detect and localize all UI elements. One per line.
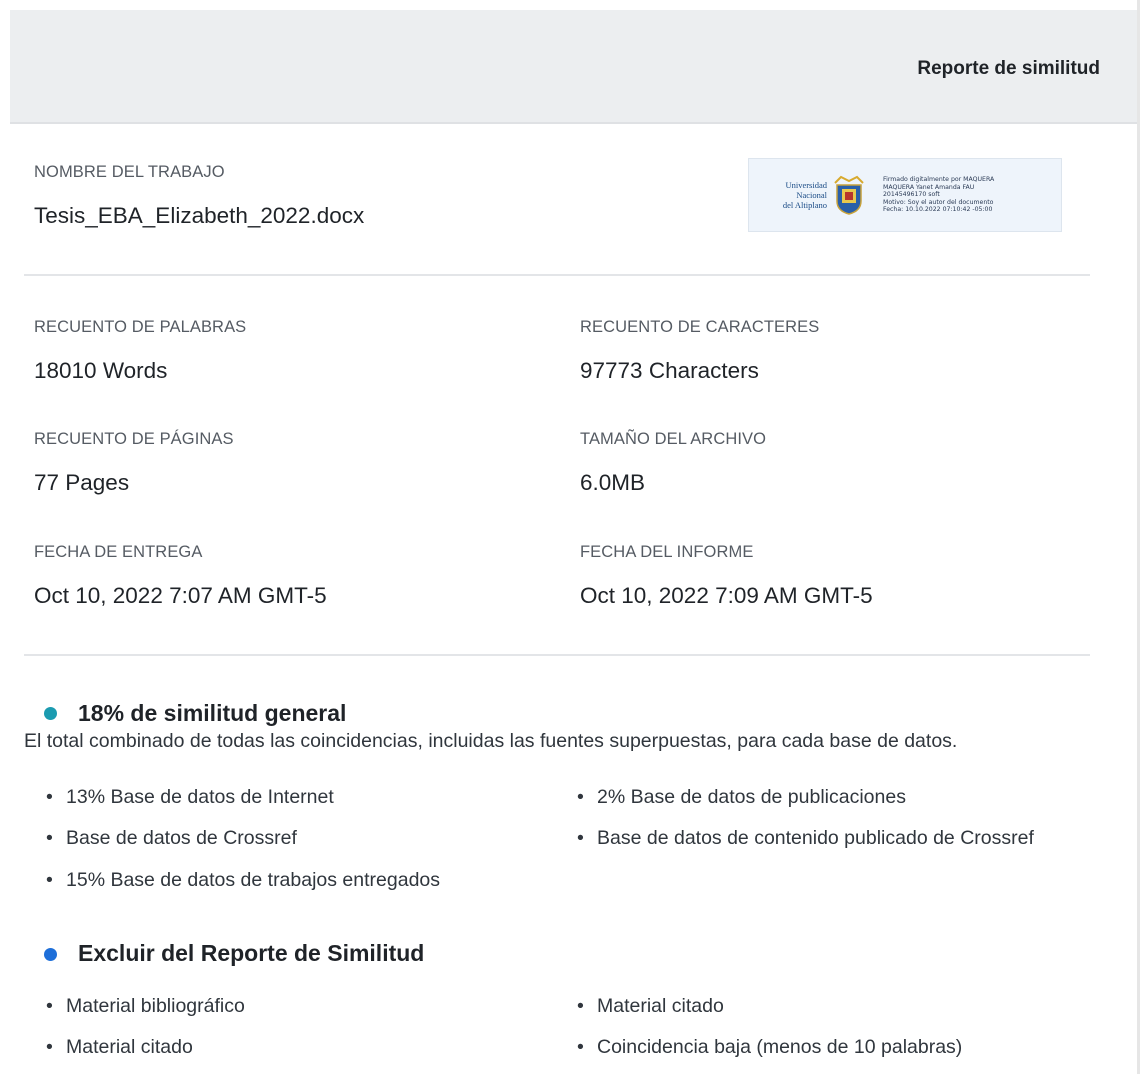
university-logo: Universidad Nacional del Altiplano: [749, 159, 877, 231]
char-count-label: RECUENTO DE CARACTERES: [580, 318, 820, 336]
report-date-value: Oct 10, 2022 7:09 AM GMT-5: [580, 583, 873, 608]
page-count-value: 77 Pages: [34, 470, 130, 495]
exclude-title: Excluir del Reporte de Similitud: [78, 940, 425, 966]
similarity-title: 18% de similitud general: [78, 700, 347, 726]
report-title: Reporte de similitud: [917, 58, 1100, 79]
university-name: Universidad Nacional del Altiplano: [782, 180, 827, 210]
list-item: Base de datos de contenido publicado de …: [577, 827, 1034, 850]
similarity-dot-icon: [44, 707, 57, 720]
exclude-dot-icon: [44, 948, 57, 961]
list-item: Material citado: [577, 995, 724, 1018]
submission-date-label: FECHA DE ENTREGA: [34, 543, 203, 561]
job-name-value: Tesis_EBA_Elizabeth_2022.docx: [34, 203, 365, 228]
page-count-label: RECUENTO DE PÁGINAS: [34, 430, 234, 448]
file-size-label: TAMAÑO DEL ARCHIVO: [580, 430, 767, 448]
report-date-label: FECHA DEL INFORME: [580, 543, 754, 561]
similarity-description: El total combinado de todas las coincide…: [24, 730, 958, 752]
list-item: 13% Base de datos de Internet: [46, 786, 334, 809]
signature-details: Firmado digitalmente por MAQUERA MAQUERA…: [883, 176, 995, 214]
file-size-value: 6.0MB: [580, 470, 646, 495]
crest-icon: [834, 175, 864, 215]
list-item: 15% Base de datos de trabajos entregados: [46, 869, 440, 892]
list-item: 2% Base de datos de publicaciones: [577, 786, 906, 809]
divider: [24, 274, 1090, 276]
list-item: Base de datos de Crossref: [46, 827, 297, 850]
digital-signature-stamp: Universidad Nacional del Altiplano Firma…: [748, 158, 1062, 232]
char-count-value: 97773 Characters: [580, 358, 759, 383]
list-item: Material citado: [46, 1036, 193, 1059]
report-header: Reporte de similitud: [10, 10, 1140, 124]
word-count-label: RECUENTO DE PALABRAS: [34, 318, 247, 336]
list-item: Material bibliográfico: [46, 995, 245, 1018]
list-item: Coincidencia baja (menos de 10 palabras): [577, 1036, 962, 1059]
submission-date-value: Oct 10, 2022 7:07 AM GMT-5: [34, 583, 327, 608]
divider: [24, 654, 1090, 656]
word-count-value: 18010 Words: [34, 358, 168, 383]
job-name-label: NOMBRE DEL TRABAJO: [34, 163, 225, 181]
